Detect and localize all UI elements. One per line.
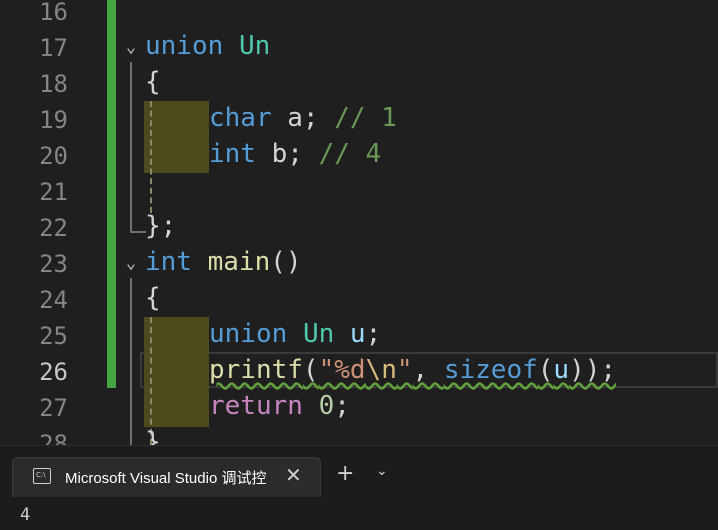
comment: // 1 <box>334 103 397 133</box>
keyword-int: int <box>209 139 256 169</box>
variable-u: u <box>349 319 366 349</box>
string-literal: "%d <box>318 355 366 385</box>
close-icon[interactable]: ✕ <box>285 463 302 487</box>
line-number: 25 <box>39 322 68 350</box>
console-icon: C:\ <box>33 468 51 484</box>
main-brace-guide <box>130 278 132 445</box>
function-name: main <box>207 247 271 277</box>
new-tab-plus-icon[interactable]: + <box>336 463 354 485</box>
code-line-28[interactable]: } <box>145 424 161 445</box>
code-editor[interactable]: 16 17 18 19 20 21 22 23 24 25 26 27 28 ⌄… <box>0 0 718 445</box>
number-literal: 0 <box>318 391 335 421</box>
semicolon: ; <box>334 391 350 421</box>
code-line-17[interactable]: union Un <box>145 28 270 64</box>
close-brace: }; <box>145 211 177 241</box>
string-literal-end: " <box>396 355 413 385</box>
line-number: 19 <box>39 106 68 134</box>
line-number: 27 <box>39 394 68 422</box>
struct-brace-guide <box>130 62 132 232</box>
variable-u: u <box>553 355 570 385</box>
keyword-char: char <box>209 103 272 133</box>
parens: () <box>270 247 302 277</box>
console-tab[interactable]: C:\ Microsoft Visual Studio 调试控 ✕ <box>12 457 321 497</box>
paren: ( <box>302 355 319 385</box>
line-number: 16 <box>39 0 68 26</box>
console-output: 4 <box>20 505 31 525</box>
member-decl: a; <box>271 103 335 133</box>
type-name: Un <box>238 31 271 61</box>
member-decl: b; <box>255 139 319 169</box>
code-line-20[interactable]: int b; // 4 <box>209 136 381 172</box>
keyword-union: union <box>209 319 288 349</box>
comment: // 4 <box>318 139 382 169</box>
line-number: 24 <box>39 286 68 314</box>
debug-console-window[interactable]: C:\ Microsoft Visual Studio 调试控 ✕ + ⌄ 4 <box>0 445 718 530</box>
keyword-return: return <box>209 391 303 421</box>
line-number: 17 <box>39 34 68 62</box>
code-line-19[interactable]: char a; // 1 <box>209 100 397 136</box>
paren: ( <box>537 355 554 385</box>
close-brace: } <box>145 427 161 445</box>
escape-sequence: \n <box>365 355 397 385</box>
comma: , <box>412 355 444 385</box>
indent-guide <box>150 101 152 213</box>
code-line-18[interactable]: { <box>145 64 161 100</box>
close-parens: )); <box>569 355 617 385</box>
fold-chevron-down-icon[interactable]: ⌄ <box>121 253 141 273</box>
warning-squiggle[interactable]: printf("%d\n", sizeof(u)); <box>209 355 616 385</box>
code-line-24[interactable]: { <box>145 280 161 316</box>
code-line-25[interactable]: union Un u; <box>209 316 381 352</box>
line-number-active: 26 <box>39 358 68 386</box>
line-number: 20 <box>39 142 68 170</box>
open-brace: { <box>145 283 161 313</box>
open-brace: { <box>145 67 161 97</box>
code-line-23[interactable]: int main() <box>145 244 302 280</box>
keyword-int: int <box>145 247 192 277</box>
function-printf: printf <box>209 355 303 385</box>
line-number: 18 <box>39 70 68 98</box>
chevron-down-icon[interactable]: ⌄ <box>376 463 388 479</box>
struct-brace-guide-end <box>130 231 146 233</box>
keyword-sizeof: sizeof <box>443 355 538 385</box>
line-number: 23 <box>39 250 68 278</box>
line-number: 22 <box>39 214 68 242</box>
keyword-union: union <box>145 31 224 61</box>
indent-highlight <box>144 317 209 427</box>
line-number: 28 <box>39 430 68 445</box>
change-indicator-bar <box>107 0 116 388</box>
type-name: Un <box>302 319 335 349</box>
semicolon: ; <box>365 319 382 349</box>
code-line-22[interactable]: }; <box>145 208 176 244</box>
code-line-27[interactable]: return 0; <box>209 388 350 424</box>
indent-highlight <box>144 101 209 173</box>
tab-title: Microsoft Visual Studio 调试控 <box>65 470 267 487</box>
line-number: 21 <box>39 178 68 206</box>
fold-chevron-down-icon[interactable]: ⌄ <box>121 37 141 57</box>
code-line-26[interactable]: printf("%d\n", sizeof(u)); <box>209 352 616 388</box>
